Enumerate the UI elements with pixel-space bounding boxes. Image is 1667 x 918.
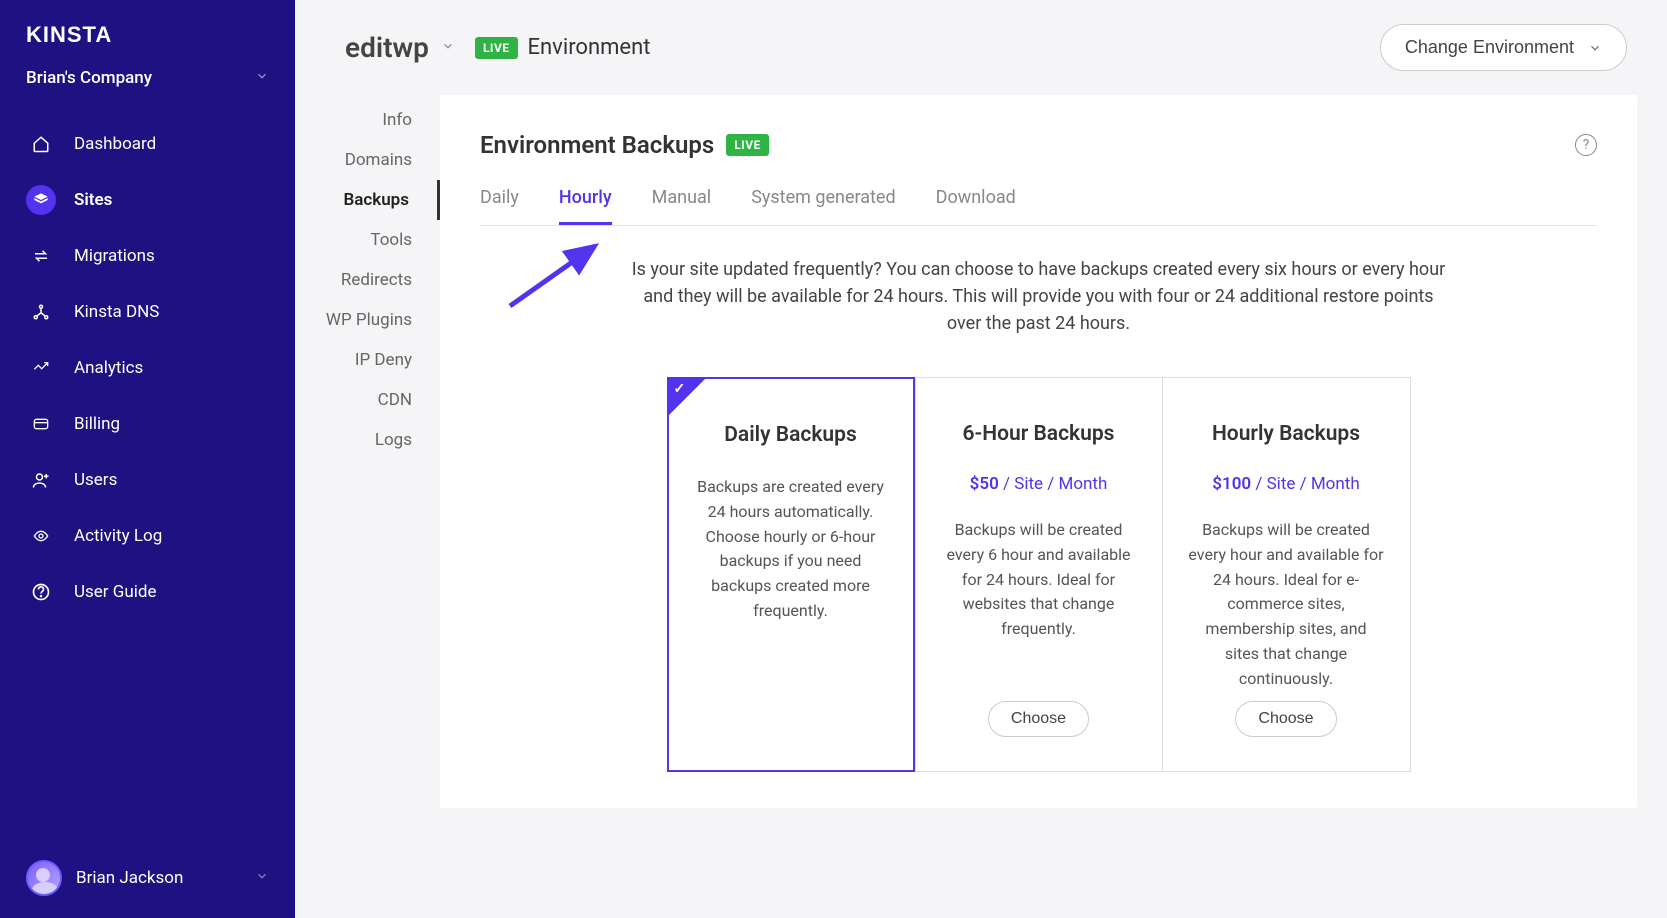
nav-label: User Guide (74, 582, 156, 602)
card-title: Hourly Backups (1187, 422, 1386, 446)
subnav-tools[interactable]: Tools (295, 220, 440, 260)
chevron-down-icon (1588, 41, 1602, 55)
panel-header: Environment Backups LIVE ? (480, 131, 1597, 159)
nav-dashboard[interactable]: Dashboard (0, 116, 295, 172)
live-badge: LIVE (726, 134, 769, 156)
subnav-logs[interactable]: Logs (295, 420, 440, 460)
backup-tabs: Daily Hourly Manual System generated Dow… (480, 187, 1597, 226)
choose-button[interactable]: Choose (988, 701, 1089, 737)
nav-label: Billing (74, 414, 120, 434)
subnav-cdn[interactable]: CDN (295, 380, 440, 420)
nav-guide[interactable]: User Guide (0, 564, 295, 620)
card-price: $100 / Site / Month (1187, 474, 1386, 494)
card-desc: Backups will be created every hour and a… (1187, 518, 1386, 692)
topbar: editwp LIVE Environment Change Environme… (295, 24, 1637, 71)
change-environment-button[interactable]: Change Environment (1380, 24, 1627, 71)
tab-system[interactable]: System generated (751, 187, 895, 225)
main-nav: Dashboard Sites Migrations Kinsta DNS An… (0, 116, 295, 620)
logo: KINSTA (0, 22, 295, 62)
subnav-info[interactable]: Info (295, 100, 440, 140)
card-price: $50 / Site / Month (940, 474, 1138, 494)
user-name: Brian Jackson (76, 868, 183, 888)
tab-download[interactable]: Download (936, 187, 1016, 225)
nav-billing[interactable]: Billing (0, 396, 295, 452)
nav-label: Activity Log (74, 526, 162, 546)
plan-card-6hour[interactable]: 6-Hour Backups $50 / Site / Month Backup… (915, 377, 1163, 772)
live-badge: LIVE (475, 37, 518, 59)
environment-label: Environment (528, 35, 651, 60)
nav-label: Sites (74, 190, 112, 210)
network-icon (26, 297, 56, 327)
tab-hourly[interactable]: Hourly (559, 187, 612, 225)
nav-label: Users (74, 470, 117, 490)
button-label: Change Environment (1405, 37, 1574, 58)
subnav-domains[interactable]: Domains (295, 140, 440, 180)
nav-label: Analytics (74, 358, 143, 378)
card-icon (26, 409, 56, 439)
backups-panel: Environment Backups LIVE ? Daily Hourly … (440, 95, 1637, 808)
nav-activity[interactable]: Activity Log (0, 508, 295, 564)
card-desc: Backups are created every 24 hours autom… (693, 475, 889, 624)
user-plus-icon (26, 465, 56, 495)
main-content: editwp LIVE Environment Change Environme… (440, 0, 1667, 918)
plan-cards: Daily Backups Backups are created every … (480, 377, 1597, 772)
nav-label: Kinsta DNS (74, 302, 159, 322)
eye-icon (26, 521, 56, 551)
nav-dns[interactable]: Kinsta DNS (0, 284, 295, 340)
panel-title: Environment Backups (480, 131, 714, 159)
nav-label: Migrations (74, 246, 155, 266)
choose-button[interactable]: Choose (1235, 701, 1336, 737)
svg-text:KINSTA: KINSTA (26, 22, 112, 47)
arrows-icon (26, 241, 56, 271)
tab-daily[interactable]: Daily (480, 187, 519, 225)
nav-analytics[interactable]: Analytics (0, 340, 295, 396)
subnav-ipdeny[interactable]: IP Deny (295, 340, 440, 380)
chevron-down-icon (255, 68, 269, 88)
help-icon[interactable]: ? (1575, 134, 1597, 156)
help-icon (26, 577, 56, 607)
nav-label: Dashboard (74, 134, 156, 154)
tab-manual[interactable]: Manual (652, 187, 712, 225)
card-desc: Backups will be created every 6 hour and… (940, 518, 1138, 642)
sidebar: KINSTA Brian's Company Dashboard Sites M… (0, 0, 295, 918)
subnav-redirects[interactable]: Redirects (295, 260, 440, 300)
company-selector[interactable]: Brian's Company (0, 62, 295, 116)
avatar (26, 860, 62, 896)
card-title: Daily Backups (693, 423, 889, 447)
user-menu[interactable]: Brian Jackson (0, 860, 295, 896)
nav-migrations[interactable]: Migrations (0, 228, 295, 284)
subnav-wpplugins[interactable]: WP Plugins (295, 300, 440, 340)
nav-users[interactable]: Users (0, 452, 295, 508)
site-subnav: Info Domains Backups Tools Redirects WP … (295, 0, 440, 918)
chevron-down-icon[interactable] (441, 38, 455, 57)
intro-text: Is your site updated frequently? You can… (629, 256, 1449, 337)
home-icon (26, 129, 56, 159)
chart-icon (26, 353, 56, 383)
plan-card-daily[interactable]: Daily Backups Backups are created every … (667, 377, 915, 772)
layers-icon (26, 185, 56, 215)
card-title: 6-Hour Backups (940, 422, 1138, 446)
nav-sites[interactable]: Sites (0, 172, 295, 228)
plan-card-hourly[interactable]: Hourly Backups $100 / Site / Month Backu… (1163, 377, 1411, 772)
site-name: editwp (345, 31, 429, 64)
subnav-backups[interactable]: Backups (295, 180, 440, 220)
company-name: Brian's Company (26, 68, 152, 88)
chevron-down-icon (255, 868, 269, 888)
